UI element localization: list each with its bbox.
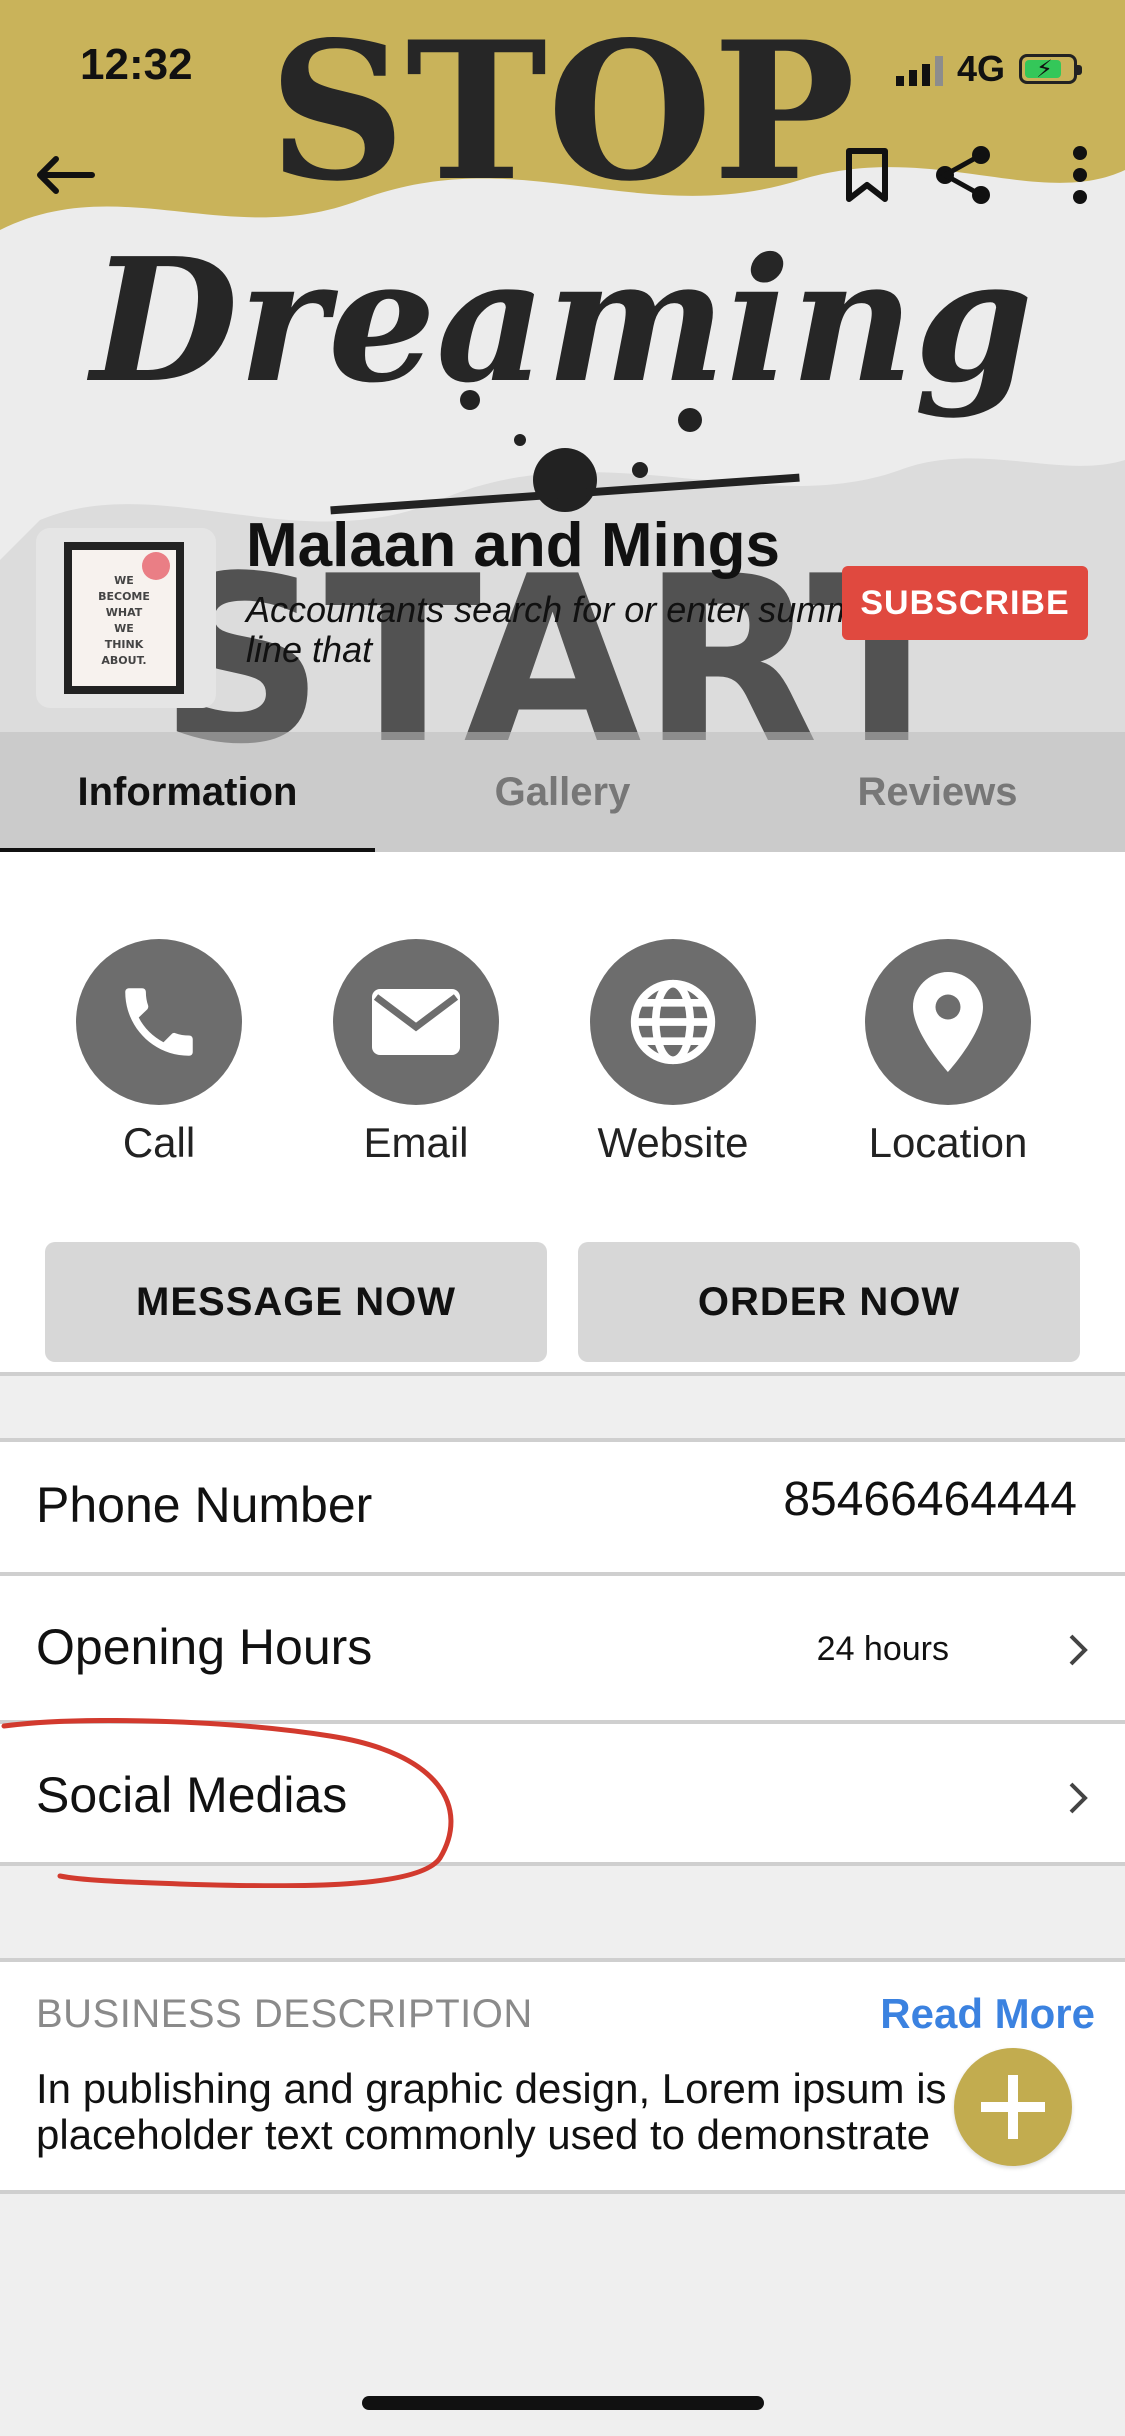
add-fab-button[interactable] [954, 2048, 1072, 2166]
website-action[interactable]: Website [573, 939, 773, 1167]
email-action[interactable]: Email [316, 939, 516, 1167]
status-indicators: 4G ⚡ [895, 48, 1082, 90]
message-now-button[interactable]: MESSAGE NOW [45, 1242, 547, 1362]
website-label: Website [597, 1119, 749, 1166]
divider [0, 1862, 1125, 1866]
chevron-right-icon [1069, 1782, 1088, 1814]
business-logo: WE BECOME WHAT WE THINK ABOUT. [36, 528, 216, 708]
poster-dreaming-text: Dreaming [87, 221, 1033, 421]
tab-reviews[interactable]: Reviews [750, 732, 1125, 852]
email-label: Email [363, 1119, 469, 1166]
mail-icon[interactable] [333, 939, 499, 1105]
logo-text: WHAT [106, 606, 143, 619]
phone-number-value: 85466464444 [783, 1473, 1077, 1526]
contact-section: Call Email Website Location MESSAGE NOW … [0, 852, 1125, 1374]
tab-gallery[interactable]: Gallery [375, 732, 750, 852]
social-medias-label: Social Medias [36, 1767, 348, 1823]
logo-text: WE [114, 622, 134, 635]
network-type: 4G [956, 48, 1005, 89]
logo-text: THINK [105, 638, 144, 651]
divider [0, 1372, 1125, 1376]
location-action[interactable]: Location [848, 939, 1048, 1167]
call-label: Call [122, 1119, 196, 1166]
business-description-text: In publishing and graphic design, Lorem … [36, 2065, 982, 2158]
divider [0, 2190, 1125, 2194]
logo-text: WE [114, 574, 134, 587]
read-more-link[interactable]: Read More [880, 1990, 1095, 2038]
poster-stop-text: STOP [269, 0, 856, 223]
tab-bar: Information Gallery Reviews [0, 732, 1125, 852]
phone-number-row[interactable]: Phone Number 85466464444 [0, 1442, 1125, 1572]
logo-text: ABOUT. [101, 654, 146, 667]
cover-image: STOP Dreaming START 12:32 4G ⚡ WE BECOME… [0, 0, 1125, 852]
chevron-right-icon [1069, 1634, 1088, 1666]
poster-artwork: STOP Dreaming START [0, 0, 1125, 852]
call-action[interactable]: Call [59, 939, 259, 1167]
home-indicator[interactable] [362, 2396, 764, 2410]
opening-hours-row[interactable]: Opening Hours 24 hours [0, 1576, 1125, 1720]
location-pin-icon[interactable] [865, 939, 1031, 1105]
logo-text: BECOME [98, 590, 150, 603]
business-description-title: BUSINESS DESCRIPTION [36, 1992, 533, 2036]
globe-icon[interactable] [590, 939, 756, 1105]
plus-icon [981, 2075, 1045, 2139]
signal-icon [895, 52, 943, 86]
status-time: 12:32 [80, 40, 193, 89]
share-icon[interactable] [928, 140, 998, 210]
back-arrow-icon[interactable] [30, 140, 100, 210]
business-name: Malaan and Mings [246, 511, 780, 580]
bookmark-icon[interactable] [832, 140, 902, 210]
opening-hours-label: Opening Hours [36, 1619, 373, 1675]
social-medias-row[interactable]: Social Medias [0, 1724, 1125, 1862]
location-label: Location [868, 1119, 1028, 1166]
phone-number-label: Phone Number [36, 1477, 373, 1533]
order-now-button[interactable]: ORDER NOW [578, 1242, 1080, 1362]
battery-icon: ⚡ [1019, 54, 1082, 84]
business-description: BUSINESS DESCRIPTION Read More In publis… [0, 1962, 1125, 2190]
opening-hours-value: 24 hours [816, 1630, 949, 1668]
phone-icon[interactable] [76, 939, 242, 1105]
subscribe-button[interactable]: SUBSCRIBE [842, 566, 1088, 640]
more-options-icon[interactable] [1045, 140, 1115, 210]
tab-information[interactable]: Information [0, 732, 375, 852]
